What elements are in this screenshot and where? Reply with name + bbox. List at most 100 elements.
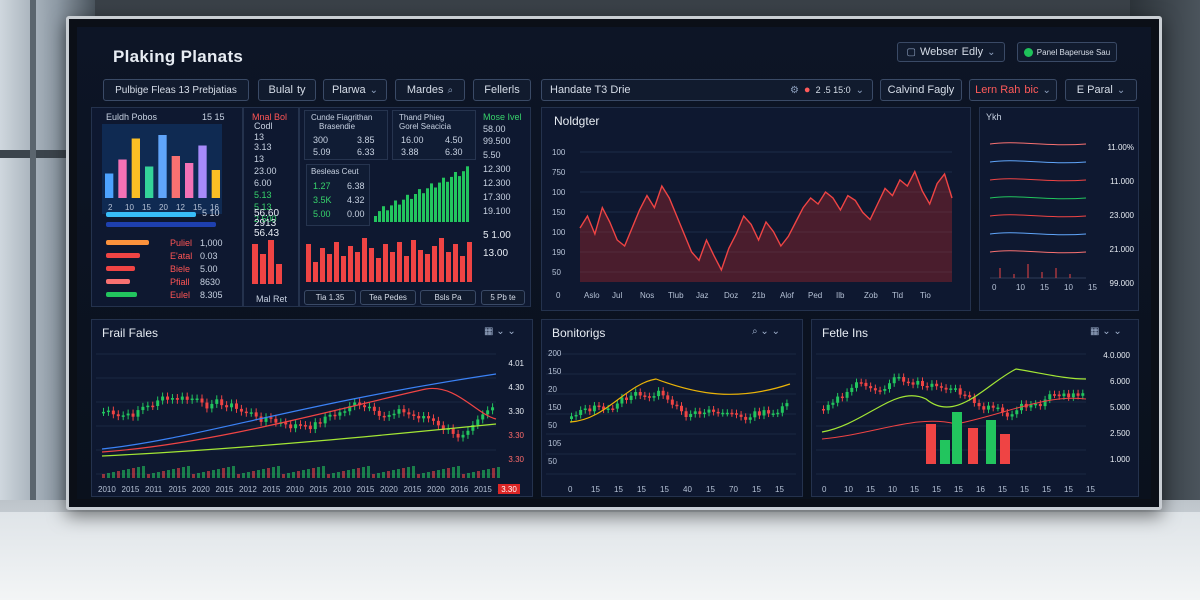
candle-body	[748, 417, 752, 420]
xtick-c3: 10	[844, 485, 853, 494]
status-indicator[interactable]: Panel Baperuse Sau	[1017, 42, 1117, 62]
xtick-c3: 15	[866, 485, 875, 494]
candle-body	[1071, 393, 1075, 398]
main-chart-title: Noldgter	[554, 114, 600, 128]
panel-controls-2[interactable]: ⌕ ⌄ ⌄	[752, 326, 780, 337]
red-bar-c	[327, 254, 332, 282]
candle-body	[883, 389, 887, 391]
candle-body	[1053, 394, 1056, 396]
chevron-down-icon[interactable]: ⌄	[772, 326, 780, 337]
volume-bar-c3	[1000, 434, 1010, 464]
value-d: 99.500	[483, 136, 511, 146]
chevron-down-icon[interactable]: ⌄	[1113, 326, 1121, 337]
candle-body	[977, 403, 981, 407]
green-bar-c	[390, 205, 393, 222]
footer-tab-1[interactable]: Tia 1.35	[304, 290, 356, 305]
search-box[interactable]: ▢ Webser Edly ⌄	[897, 42, 1005, 62]
candle-body	[611, 408, 615, 410]
dropdown-plarwa[interactable]: Plarwa ⌄	[323, 79, 387, 101]
ytick-c2: 50	[548, 457, 557, 466]
candle-body	[294, 424, 298, 429]
candle-body	[588, 408, 592, 412]
candle-body	[689, 413, 693, 417]
candle-body	[486, 410, 490, 415]
candle-body	[675, 404, 679, 407]
xtick-c1: 2015	[310, 485, 328, 494]
footer-tab-d[interactable]: 5 Pb te	[481, 290, 525, 305]
paral-button[interactable]: E Paral ⌄	[1065, 79, 1137, 101]
calendar-icon[interactable]: ▦	[1090, 326, 1099, 337]
green-bar-c	[434, 187, 437, 222]
dropdown-bulal[interactable]: Bulal ty	[258, 79, 316, 101]
candle-body	[367, 406, 371, 409]
red-bars-c	[306, 238, 472, 282]
bar-chart-a: 2 10 15 20 12 15 16	[102, 124, 222, 214]
candle-body	[111, 410, 115, 415]
candle-body	[1076, 393, 1080, 396]
candle-body	[1081, 393, 1085, 396]
search-mardes[interactable]: Mardes ⌕	[395, 79, 465, 101]
volume-bar	[177, 468, 180, 478]
calendar-icon[interactable]: ▦	[484, 326, 493, 337]
volume-bar	[317, 467, 320, 478]
chevron-down-icon: ⌄	[369, 84, 378, 96]
candle-body	[615, 403, 619, 409]
panel-controls-3[interactable]: ▦ ⌄ ⌄	[1090, 326, 1122, 337]
xtick-main: Doz	[724, 291, 738, 300]
volume-bar	[147, 474, 150, 478]
badge-c1: 3.30	[501, 485, 517, 494]
candle-body	[855, 382, 858, 388]
main-chart-header[interactable]: Handate T3 Drie ⚙ ● 2 .5 15:0 ⌄	[541, 79, 873, 101]
xtick-main: Jaz	[696, 291, 708, 300]
footer-tab-3[interactable]: Bsls Pa	[420, 290, 476, 305]
candle-body	[141, 406, 145, 411]
candle-body	[476, 419, 480, 426]
candle-body	[412, 414, 416, 416]
line-series	[989, 178, 1087, 182]
volume-bar	[242, 473, 245, 478]
candle-body	[106, 410, 110, 413]
volume-bar	[217, 469, 220, 478]
candle-body	[897, 377, 901, 379]
volume-bar	[132, 468, 135, 478]
candle-body	[249, 412, 253, 414]
candle-body	[289, 424, 293, 429]
candle-body	[363, 405, 367, 408]
chevron-down-icon[interactable]: ⌄	[1102, 326, 1110, 337]
xtick-main: Nos	[640, 291, 654, 300]
legend-value: 0.03	[200, 251, 218, 261]
candle-body	[684, 411, 688, 417]
chevron-down-icon[interactable]: ⌄	[496, 326, 504, 337]
chevron-down-icon[interactable]: ⌄	[507, 326, 515, 337]
chevron-down-icon[interactable]: ⌄	[760, 326, 768, 337]
legend-bar	[106, 292, 138, 297]
panel-controls-1[interactable]: ▦ ⌄ ⌄	[484, 326, 516, 337]
group-selector[interactable]: Pulbige Fleas 13 Prebjatias	[103, 79, 249, 101]
candle-body	[121, 415, 125, 417]
lern-button[interactable]: Lern Rah bic ⌄	[969, 79, 1057, 101]
volume-bar	[397, 469, 400, 478]
volume-bar	[152, 473, 155, 478]
volume-bar	[287, 473, 290, 478]
green-bar-c	[374, 216, 377, 222]
candle-body	[652, 396, 656, 398]
filters-button[interactable]: Fellerls	[473, 79, 531, 101]
green-bar-c	[454, 172, 457, 222]
candle-body	[864, 382, 868, 387]
candle-body	[402, 409, 406, 413]
xtick-c2: 15	[637, 485, 646, 494]
volume-bar	[457, 466, 460, 478]
legend-value: 5.00	[200, 264, 218, 274]
settings-icon: ⚙	[789, 84, 799, 96]
volume-bar	[212, 470, 215, 478]
footer-tab-2[interactable]: Tea Pedes	[360, 290, 416, 305]
calvind-button[interactable]: Calvind Fagly	[880, 79, 962, 101]
candle-body	[634, 392, 638, 396]
candle-body	[190, 398, 194, 401]
red-bar-b	[260, 254, 266, 284]
search-icon[interactable]: ⌕	[752, 326, 758, 337]
value-d: 12.300	[483, 164, 511, 174]
volume-bar	[232, 466, 235, 478]
bar-a	[171, 156, 180, 198]
volume-bar-c3	[926, 424, 936, 464]
